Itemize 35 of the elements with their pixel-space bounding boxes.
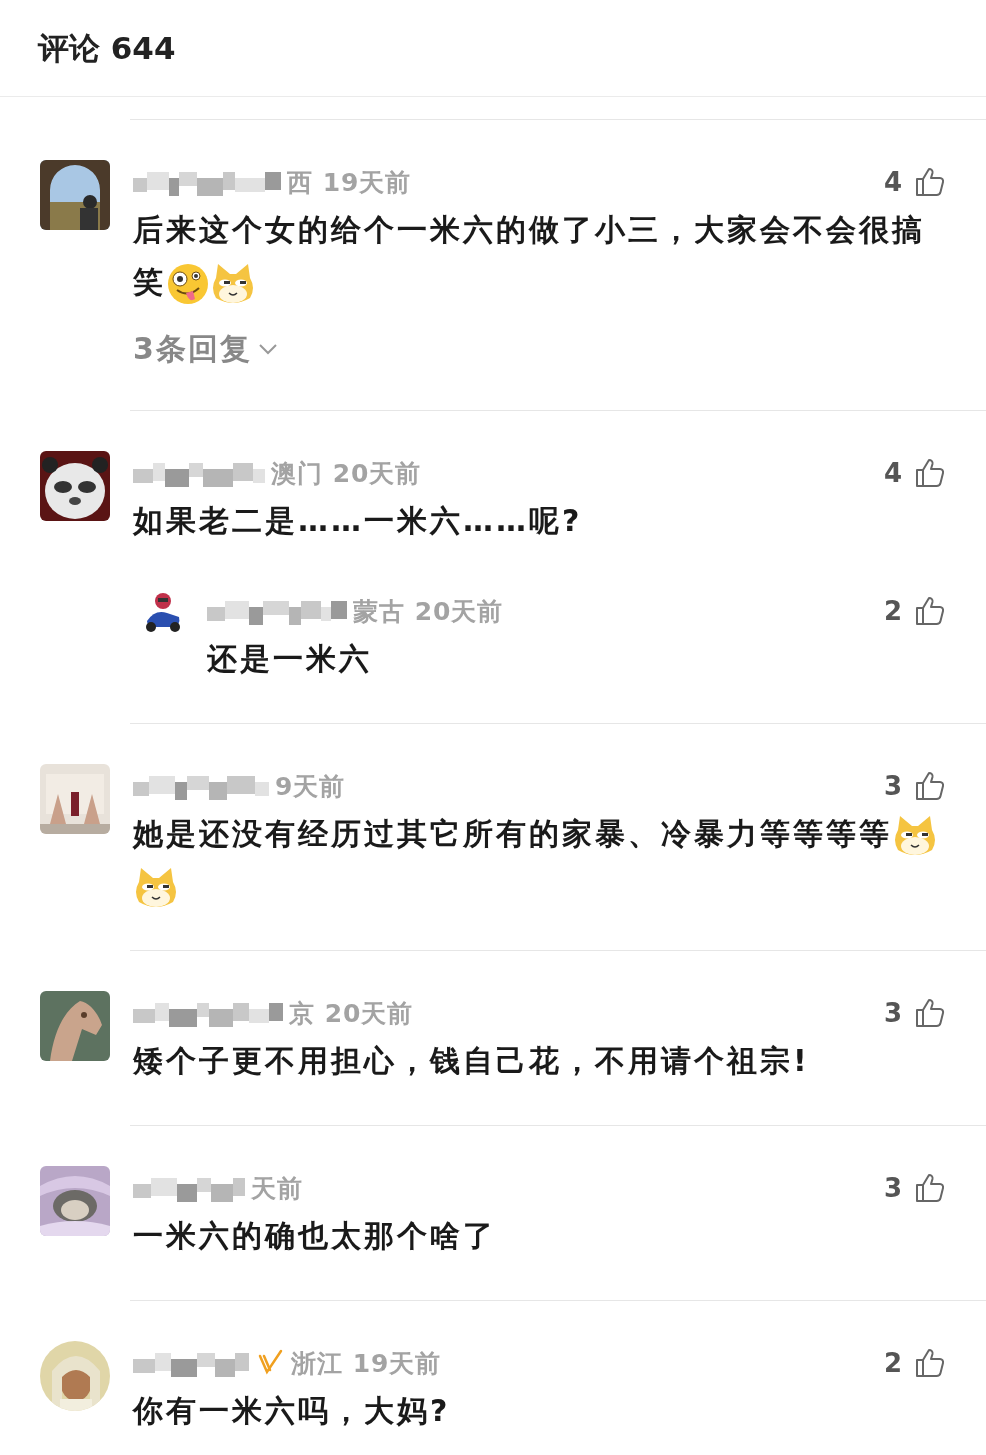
- like-count: 4: [883, 167, 902, 197]
- dog-face-emoji-icon: [133, 865, 179, 910]
- like-count: 2: [883, 596, 902, 626]
- reply-text: 还是一米六: [207, 640, 373, 678]
- comments-title: 评论 644: [36, 29, 176, 68]
- location-time: 天前: [251, 1172, 303, 1205]
- comment-text: 矮个子更不用担心，钱自己花，不用请个祖宗!: [133, 1042, 811, 1080]
- thumbs-up-icon[interactable]: [914, 997, 946, 1029]
- like-count: 2: [883, 1348, 902, 1378]
- comment-text: 一米六的确也太那个啥了: [133, 1217, 497, 1255]
- like-count: 4: [883, 458, 902, 488]
- thumbs-up-icon[interactable]: [914, 166, 946, 198]
- location-time: 浙江 19天前: [291, 1347, 442, 1380]
- chevron-down-icon: [257, 343, 278, 355]
- dog-face-emoji-icon: [210, 261, 256, 306]
- comment-text: 后来这个女的给个一米六的做了小三，大家会不会很搞笑: [133, 204, 946, 308]
- dog-face-emoji-icon: [892, 813, 938, 858]
- location-time: 9天前: [275, 770, 346, 803]
- comment-text: 她是还没有经历过其它所有的家暴、冷暴力等等等等: [133, 808, 946, 912]
- thumbs-up-icon[interactable]: [914, 770, 946, 802]
- thumbs-up-icon[interactable]: [914, 595, 946, 627]
- crazy-face-emoji-icon: [166, 261, 210, 306]
- thumbs-up-icon[interactable]: [914, 1172, 946, 1204]
- thumbs-up-icon[interactable]: [914, 1347, 946, 1379]
- like-count: 3: [883, 771, 902, 801]
- like-count: 3: [883, 1173, 902, 1203]
- thumbs-up-icon[interactable]: [914, 457, 946, 489]
- location-time: 京 20天前: [289, 997, 414, 1030]
- replies-link[interactable]: 3条回复: [133, 326, 278, 372]
- comment-text: 你有一米六吗，大妈?: [133, 1392, 452, 1430]
- location-time: 澳门 20天前: [271, 457, 422, 490]
- comment-text: 如果老二是……一米六……呢?: [133, 502, 584, 540]
- location-time: 蒙古 20天前: [353, 595, 504, 628]
- like-count: 3: [883, 998, 902, 1028]
- location-time: 西 19天前: [287, 166, 412, 199]
